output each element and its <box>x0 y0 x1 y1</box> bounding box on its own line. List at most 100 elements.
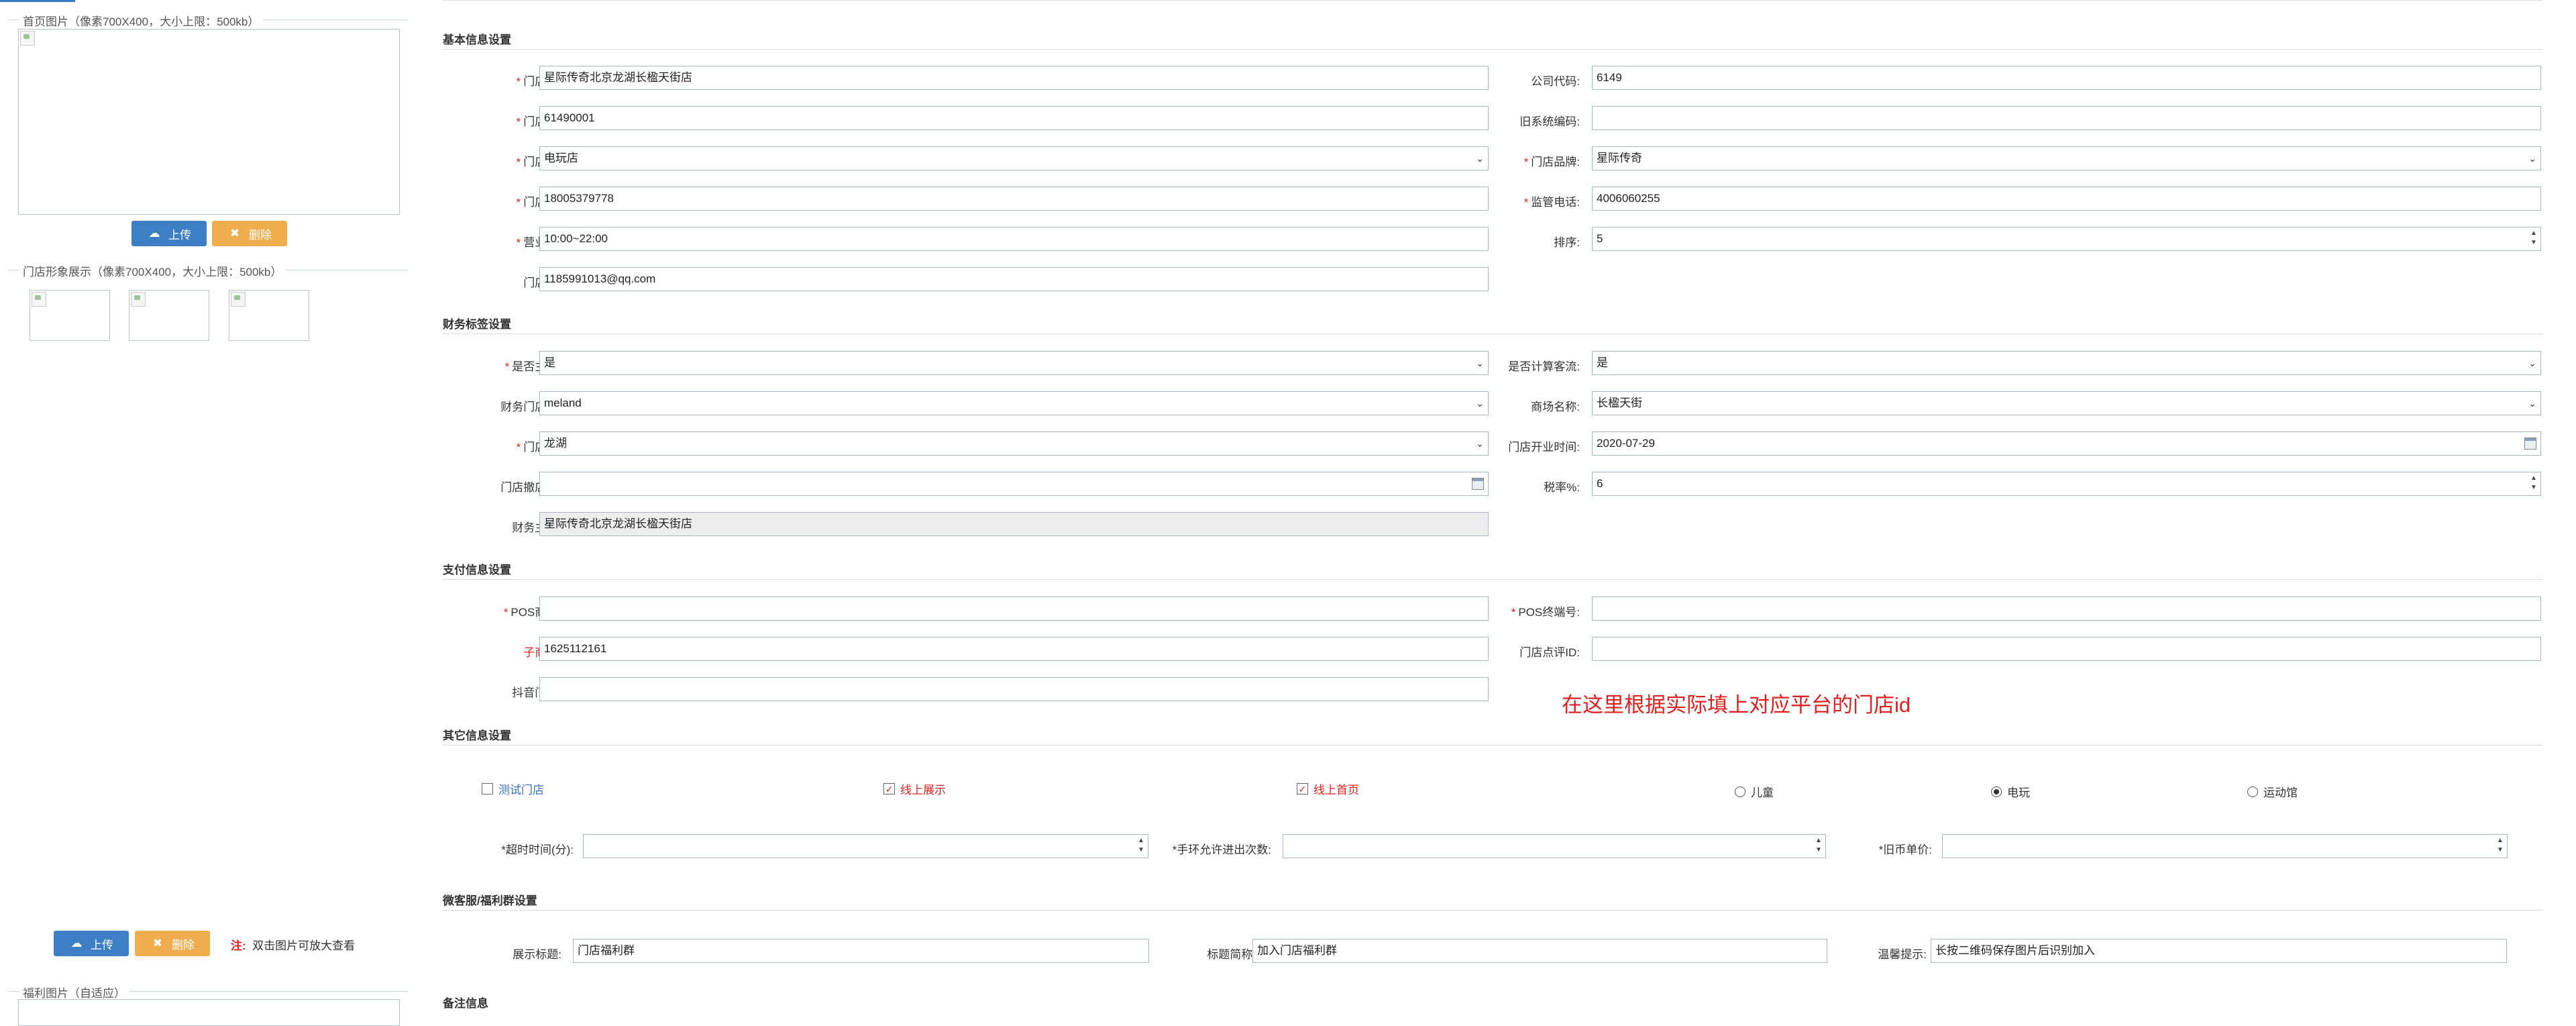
store-type-select[interactable]: 电玩店 ⌄ <box>539 146 1489 170</box>
welfare-image-fieldset: 福利图片（自适应） <box>8 984 408 1001</box>
wechat-tip-input[interactable]: 长按二维码保存图片后识别加入 <box>1931 939 2507 963</box>
close-date-input[interactable] <box>539 472 1489 496</box>
count-traffic-select[interactable]: 是 ⌄ <box>1592 351 2541 375</box>
test-store-checkbox[interactable]: 测试门店 <box>482 780 544 797</box>
douyin-input[interactable] <box>539 677 1489 701</box>
wechat-short-input[interactable]: 加入门店福利群 <box>1252 939 1827 963</box>
welfare-image[interactable] <box>18 999 400 1026</box>
broken-image-icon <box>231 292 246 307</box>
top-divider <box>443 0 2542 1</box>
ring-stepper[interactable]: ▲ ▼ <box>1283 834 1826 858</box>
section-finance-title: 财务标签设置 <box>443 318 511 331</box>
online-home-checkbox[interactable]: ✓ 线上首页 <box>1297 780 1359 797</box>
chevron-down-icon: ⌄ <box>2528 153 2536 164</box>
phone-input[interactable]: 18005379778 <box>539 187 1489 211</box>
old-code-input[interactable] <box>1592 106 2541 130</box>
kids-radio[interactable]: 儿童 <box>1735 783 1774 800</box>
ring-label: *手环允许进出次数: <box>1172 843 1271 856</box>
store-image-3[interactable] <box>229 290 309 341</box>
pos-merchant-input[interactable] <box>539 597 1489 621</box>
section-wechat-title: 微客服/福利群设置 <box>443 894 537 907</box>
close-icon: ✖ <box>229 227 240 240</box>
supervise-phone-input[interactable]: 4006060255 <box>1592 187 2541 211</box>
store-image-1[interactable] <box>30 290 110 341</box>
section-divider <box>443 745 2542 746</box>
hours-input[interactable]: 10:00~22:00 <box>539 227 1489 251</box>
home-image-legend: 首页图片（像素700X400，大小上限：500kb） <box>19 12 264 29</box>
radio-icon[interactable] <box>2247 786 2258 797</box>
store-name-input[interactable]: 星际传奇北京龙湖长楹天街店 <box>539 66 1489 90</box>
cloud-upload-icon: ☁ <box>70 937 83 950</box>
online-show-checkbox[interactable]: ✓ 线上展示 <box>883 780 946 797</box>
mall-select[interactable]: 长楹天街 ⌄ <box>1592 391 2541 415</box>
arcade-radio[interactable]: 电玩 <box>1991 783 2030 800</box>
broken-image-icon <box>131 292 146 307</box>
store-image-legend: 门店形象展示（像素700X400，大小上限：500kb） <box>19 262 286 279</box>
sort-stepper[interactable]: 5 ▲ ▼ <box>1592 227 2541 251</box>
system-select[interactable]: 龙湖 ⌄ <box>539 431 1489 456</box>
sub-merchant-input[interactable]: 1625112161 <box>539 637 1489 661</box>
store-image-upload-button[interactable]: ☁ 上传 <box>54 931 129 956</box>
pos-terminal-input[interactable] <box>1592 597 2541 621</box>
category-select[interactable]: meland ⌄ <box>539 391 1489 415</box>
section-divider <box>443 49 2542 50</box>
stepper-arrows-icon[interactable]: ▲ ▼ <box>2496 836 2505 855</box>
home-image[interactable] <box>18 29 400 215</box>
home-image-upload-button[interactable]: ☁ 上传 <box>131 221 207 246</box>
section-divider <box>443 910 2542 911</box>
main-store-input: 星际传奇北京龙湖长楹天街店 <box>539 512 1489 536</box>
company-code-input[interactable]: 6149 <box>1592 66 2541 90</box>
dianping-input[interactable] <box>1592 637 2541 661</box>
open-date-label: 门店开业时间: <box>1508 441 1580 454</box>
stepper-arrows-icon[interactable]: ▲ ▼ <box>2529 474 2538 493</box>
section-basic-title: 基本信息设置 <box>443 34 511 46</box>
radio-icon[interactable] <box>1735 786 1746 797</box>
store-image-delete-button[interactable]: ✖ 删除 <box>135 931 210 956</box>
section-payment-title: 支付信息设置 <box>443 564 511 576</box>
section-remarks-title: 备注信息 <box>443 997 488 1010</box>
section-other-title: 其它信息设置 <box>443 729 511 742</box>
platform-id-hint: 在这里根据实际填上对应平台的门店id <box>1562 693 1911 717</box>
brand-select[interactable]: 星际传奇 ⌄ <box>1592 146 2541 170</box>
calendar-icon[interactable] <box>2524 438 2536 450</box>
active-tab-indicator <box>0 0 75 2</box>
stepper-arrows-icon[interactable]: ▲ ▼ <box>2529 229 2538 248</box>
section-divider <box>443 579 2542 580</box>
broken-image-icon <box>32 292 46 307</box>
pos-terminal-label: * POS终端号: <box>1511 606 1580 619</box>
radio-selected-icon[interactable] <box>1991 786 2002 797</box>
cloud-upload-icon: ☁ <box>148 227 160 240</box>
double-click-note: 注: 双击图片可放大查看 <box>231 939 356 952</box>
open-date-input[interactable]: 2020-07-29 <box>1592 431 2541 456</box>
close-icon: ✖ <box>152 937 163 950</box>
wechat-title-label: 展示标题: <box>513 948 561 961</box>
timeout-label: *超时时间(分): <box>501 843 574 856</box>
home-image-delete-button[interactable]: ✖ 删除 <box>212 221 287 246</box>
welfare-image-legend: 福利图片（自适应） <box>19 984 129 1001</box>
checkmark-icon[interactable]: ✓ <box>1297 783 1308 794</box>
brand-label: * 门店品牌: <box>1523 156 1580 168</box>
checkbox-icon[interactable] <box>482 783 493 794</box>
home-image-fieldset: 首页图片（像素700X400，大小上限：500kb） <box>8 12 408 29</box>
store-image-2[interactable] <box>129 290 209 341</box>
chevron-down-icon: ⌄ <box>2528 358 2536 368</box>
wechat-tip-label: 温馨提示: <box>1878 948 1927 961</box>
tax-label: 税率%: <box>1544 481 1580 494</box>
mall-label: 商场名称: <box>1531 401 1580 413</box>
sports-radio[interactable]: 运动馆 <box>2247 783 2298 800</box>
coin-label: *旧币单价: <box>1878 843 1932 856</box>
wechat-title-input[interactable]: 门店福利群 <box>573 939 1149 963</box>
timeout-stepper[interactable]: ▲ ▼ <box>583 834 1148 858</box>
chevron-down-icon: ⌄ <box>2528 398 2536 409</box>
company-code-label: 公司代码: <box>1531 75 1580 88</box>
wechat-short-label: 标题简称: <box>1207 948 1256 961</box>
store-code-input[interactable]: 61490001 <box>539 106 1489 130</box>
coin-stepper[interactable]: ▲ ▼ <box>1942 834 2508 858</box>
old-code-label: 旧系统编码: <box>1519 115 1580 128</box>
supervise-phone-label: * 监管电话: <box>1523 196 1580 209</box>
is-main-select[interactable]: 是 ⌄ <box>539 351 1489 375</box>
dianping-label: 门店点评ID: <box>1519 646 1580 659</box>
tax-stepper[interactable]: 6 ▲ ▼ <box>1592 472 2541 496</box>
email-input[interactable]: 1185991013@qq.com <box>539 267 1489 291</box>
checkmark-icon[interactable]: ✓ <box>883 783 895 794</box>
